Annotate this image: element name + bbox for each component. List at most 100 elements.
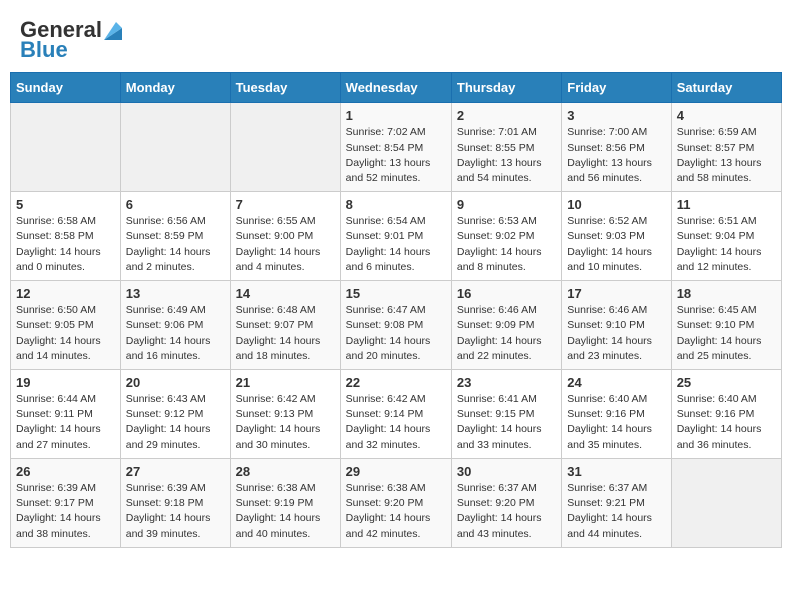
day-info: Sunrise: 6:53 AM Sunset: 9:02 PM Dayligh… <box>457 214 556 275</box>
calendar-cell: 23 Sunrise: 6:41 AM Sunset: 9:15 PM Dayli… <box>451 370 561 459</box>
calendar-cell: 5 Sunrise: 6:58 AM Sunset: 8:58 PM Daylig… <box>11 192 121 281</box>
logo: General Blue <box>20 18 122 62</box>
day-number: 9 <box>457 197 556 212</box>
calendar-cell: 21Sunrise: 6:42 AM Sunset: 9:13 PM Dayli… <box>230 370 340 459</box>
day-number: 18 <box>677 286 776 301</box>
calendar-cell <box>11 103 121 192</box>
calendar-cell <box>230 103 340 192</box>
calendar-cell: 29Sunrise: 6:38 AM Sunset: 9:20 PM Dayli… <box>340 458 451 547</box>
day-info: Sunrise: 6:39 AM Sunset: 9:17 PM Dayligh… <box>16 481 115 542</box>
calendar-cell: 4Sunrise: 6:59 AM Sunset: 8:57 PM Daylig… <box>671 103 781 192</box>
day-number: 20 <box>126 375 225 390</box>
day-number: 1 <box>346 108 446 123</box>
calendar-cell: 7 Sunrise: 6:55 AM Sunset: 9:00 PM Daylig… <box>230 192 340 281</box>
day-number: 10 <box>567 197 665 212</box>
calendar-cell: 9 Sunrise: 6:53 AM Sunset: 9:02 PM Daylig… <box>451 192 561 281</box>
day-info: Sunrise: 7:01 AM Sunset: 8:55 PM Dayligh… <box>457 125 556 186</box>
day-info: Sunrise: 6:42 AM Sunset: 9:14 PM Dayligh… <box>346 392 446 453</box>
calendar-cell: 13Sunrise: 6:49 AM Sunset: 9:06 PM Dayli… <box>120 281 230 370</box>
calendar-cell: 3Sunrise: 7:00 AM Sunset: 8:56 PM Daylig… <box>562 103 671 192</box>
day-number: 14 <box>236 286 335 301</box>
day-number: 24 <box>567 375 665 390</box>
header-friday: Friday <box>562 73 671 103</box>
day-number: 16 <box>457 286 556 301</box>
header-wednesday: Wednesday <box>340 73 451 103</box>
day-number: 21 <box>236 375 335 390</box>
day-info: Sunrise: 6:51 AM Sunset: 9:04 PM Dayligh… <box>677 214 776 275</box>
day-number: 27 <box>126 464 225 479</box>
day-number: 13 <box>126 286 225 301</box>
calendar-cell: 19 Sunrise: 6:44 AM Sunset: 9:11 PM Dayli… <box>11 370 121 459</box>
calendar-cell: 25 Sunrise: 6:40 AM Sunset: 9:16 PM Dayli… <box>671 370 781 459</box>
day-info: Sunrise: 6:58 AM Sunset: 8:58 PM Dayligh… <box>16 214 115 275</box>
day-info: Sunrise: 6:38 AM Sunset: 9:19 PM Dayligh… <box>236 481 335 542</box>
day-number: 7 <box>236 197 335 212</box>
calendar-header: SundayMondayTuesdayWednesdayThursdayFrid… <box>11 73 782 103</box>
day-number: 15 <box>346 286 446 301</box>
day-info: Sunrise: 6:40 AM Sunset: 9:16 PM Dayligh… <box>677 392 776 453</box>
calendar-cell: 16 Sunrise: 6:46 AM Sunset: 9:09 PM Dayli… <box>451 281 561 370</box>
calendar-week-1: 1 Sunrise: 7:02 AM Sunset: 8:54 PM Daylig… <box>11 103 782 192</box>
day-info: Sunrise: 6:43 AM Sunset: 9:12 PM Dayligh… <box>126 392 225 453</box>
calendar-header-row: SundayMondayTuesdayWednesdayThursdayFrid… <box>11 73 782 103</box>
calendar-cell: 28 Sunrise: 6:38 AM Sunset: 9:19 PM Dayli… <box>230 458 340 547</box>
calendar-week-3: 12 Sunrise: 6:50 AM Sunset: 9:05 PM Dayli… <box>11 281 782 370</box>
day-number: 8 <box>346 197 446 212</box>
logo-blue: Blue <box>20 38 68 62</box>
day-info: Sunrise: 6:46 AM Sunset: 9:09 PM Dayligh… <box>457 303 556 364</box>
calendar-cell: 24 Sunrise: 6:40 AM Sunset: 9:16 PM Dayli… <box>562 370 671 459</box>
header-sunday: Sunday <box>11 73 121 103</box>
day-info: Sunrise: 6:47 AM Sunset: 9:08 PM Dayligh… <box>346 303 446 364</box>
day-info: Sunrise: 6:52 AM Sunset: 9:03 PM Dayligh… <box>567 214 665 275</box>
calendar-cell: 20 Sunrise: 6:43 AM Sunset: 9:12 PM Dayli… <box>120 370 230 459</box>
calendar-cell: 8Sunrise: 6:54 AM Sunset: 9:01 PM Daylig… <box>340 192 451 281</box>
day-number: 23 <box>457 375 556 390</box>
calendar-cell <box>671 458 781 547</box>
calendar-week-5: 26Sunrise: 6:39 AM Sunset: 9:17 PM Dayli… <box>11 458 782 547</box>
day-number: 12 <box>16 286 115 301</box>
day-info: Sunrise: 6:59 AM Sunset: 8:57 PM Dayligh… <box>677 125 776 186</box>
day-number: 29 <box>346 464 446 479</box>
calendar-cell: 15 Sunrise: 6:47 AM Sunset: 9:08 PM Dayli… <box>340 281 451 370</box>
calendar-cell: 14Sunrise: 6:48 AM Sunset: 9:07 PM Dayli… <box>230 281 340 370</box>
day-number: 28 <box>236 464 335 479</box>
calendar-cell: 17Sunrise: 6:46 AM Sunset: 9:10 PM Dayli… <box>562 281 671 370</box>
calendar-cell: 1 Sunrise: 7:02 AM Sunset: 8:54 PM Daylig… <box>340 103 451 192</box>
day-number: 25 <box>677 375 776 390</box>
calendar-week-4: 19 Sunrise: 6:44 AM Sunset: 9:11 PM Dayli… <box>11 370 782 459</box>
calendar-cell: 18Sunrise: 6:45 AM Sunset: 9:10 PM Dayli… <box>671 281 781 370</box>
calendar-cell: 30 Sunrise: 6:37 AM Sunset: 9:20 PM Dayli… <box>451 458 561 547</box>
calendar-cell: 11 Sunrise: 6:51 AM Sunset: 9:04 PM Dayli… <box>671 192 781 281</box>
day-info: Sunrise: 6:55 AM Sunset: 9:00 PM Dayligh… <box>236 214 335 275</box>
calendar-table: SundayMondayTuesdayWednesdayThursdayFrid… <box>10 72 782 547</box>
header-thursday: Thursday <box>451 73 561 103</box>
day-info: Sunrise: 6:39 AM Sunset: 9:18 PM Dayligh… <box>126 481 225 542</box>
header-saturday: Saturday <box>671 73 781 103</box>
day-number: 6 <box>126 197 225 212</box>
calendar-body: 1 Sunrise: 7:02 AM Sunset: 8:54 PM Daylig… <box>11 103 782 547</box>
calendar-cell: 10 Sunrise: 6:52 AM Sunset: 9:03 PM Dayli… <box>562 192 671 281</box>
day-info: Sunrise: 6:46 AM Sunset: 9:10 PM Dayligh… <box>567 303 665 364</box>
day-info: Sunrise: 6:56 AM Sunset: 8:59 PM Dayligh… <box>126 214 225 275</box>
day-number: 11 <box>677 197 776 212</box>
day-number: 31 <box>567 464 665 479</box>
logo-bird-icon <box>104 18 122 40</box>
day-number: 30 <box>457 464 556 479</box>
day-info: Sunrise: 6:50 AM Sunset: 9:05 PM Dayligh… <box>16 303 115 364</box>
day-number: 22 <box>346 375 446 390</box>
day-info: Sunrise: 7:00 AM Sunset: 8:56 PM Dayligh… <box>567 125 665 186</box>
day-info: Sunrise: 6:37 AM Sunset: 9:20 PM Dayligh… <box>457 481 556 542</box>
day-number: 19 <box>16 375 115 390</box>
day-info: Sunrise: 6:44 AM Sunset: 9:11 PM Dayligh… <box>16 392 115 453</box>
calendar-cell <box>120 103 230 192</box>
day-info: Sunrise: 6:40 AM Sunset: 9:16 PM Dayligh… <box>567 392 665 453</box>
calendar-week-2: 5 Sunrise: 6:58 AM Sunset: 8:58 PM Daylig… <box>11 192 782 281</box>
calendar-cell: 26Sunrise: 6:39 AM Sunset: 9:17 PM Dayli… <box>11 458 121 547</box>
day-info: Sunrise: 6:37 AM Sunset: 9:21 PM Dayligh… <box>567 481 665 542</box>
calendar-cell: 6 Sunrise: 6:56 AM Sunset: 8:59 PM Daylig… <box>120 192 230 281</box>
calendar-cell: 2Sunrise: 7:01 AM Sunset: 8:55 PM Daylig… <box>451 103 561 192</box>
day-info: Sunrise: 6:41 AM Sunset: 9:15 PM Dayligh… <box>457 392 556 453</box>
day-info: Sunrise: 7:02 AM Sunset: 8:54 PM Dayligh… <box>346 125 446 186</box>
day-number: 5 <box>16 197 115 212</box>
header-monday: Monday <box>120 73 230 103</box>
